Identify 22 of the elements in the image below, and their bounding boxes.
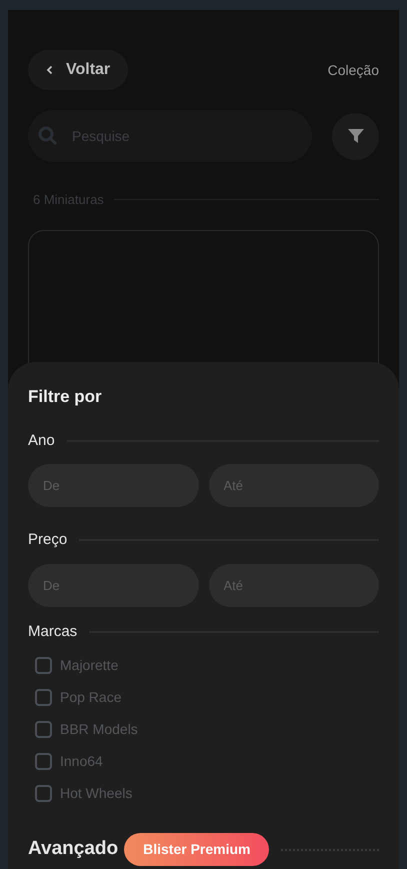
checkbox[interactable] bbox=[35, 784, 52, 802]
search-icon bbox=[38, 126, 58, 146]
chevron-left-icon bbox=[46, 65, 54, 75]
section-label: Marcas bbox=[28, 622, 78, 642]
section-label: Ano bbox=[28, 430, 55, 450]
filter-icon bbox=[346, 127, 364, 145]
checkbox[interactable] bbox=[35, 688, 52, 706]
checkbox-label: BBR Models bbox=[60, 720, 138, 738]
checkbox[interactable] bbox=[35, 720, 52, 738]
sheet-title: Filtre por bbox=[28, 386, 103, 408]
checkbox[interactable] bbox=[35, 752, 52, 770]
checkbox-label: Majorette bbox=[60, 656, 118, 675]
checkbox[interactable] bbox=[35, 656, 52, 674]
premium-badge: Blister Premium bbox=[124, 833, 270, 866]
filter-button[interactable] bbox=[332, 112, 379, 160]
checkbox-label: Inno64 bbox=[60, 752, 103, 770]
checkbox-label: Hot Wheels bbox=[60, 784, 132, 802]
section-label: Preço bbox=[28, 530, 68, 550]
back-button[interactable]: Voltar bbox=[28, 50, 128, 90]
page-title: Coleção bbox=[328, 60, 379, 80]
checkbox-label: Pop Race bbox=[60, 688, 122, 707]
section-label: Avançado bbox=[28, 837, 118, 862]
